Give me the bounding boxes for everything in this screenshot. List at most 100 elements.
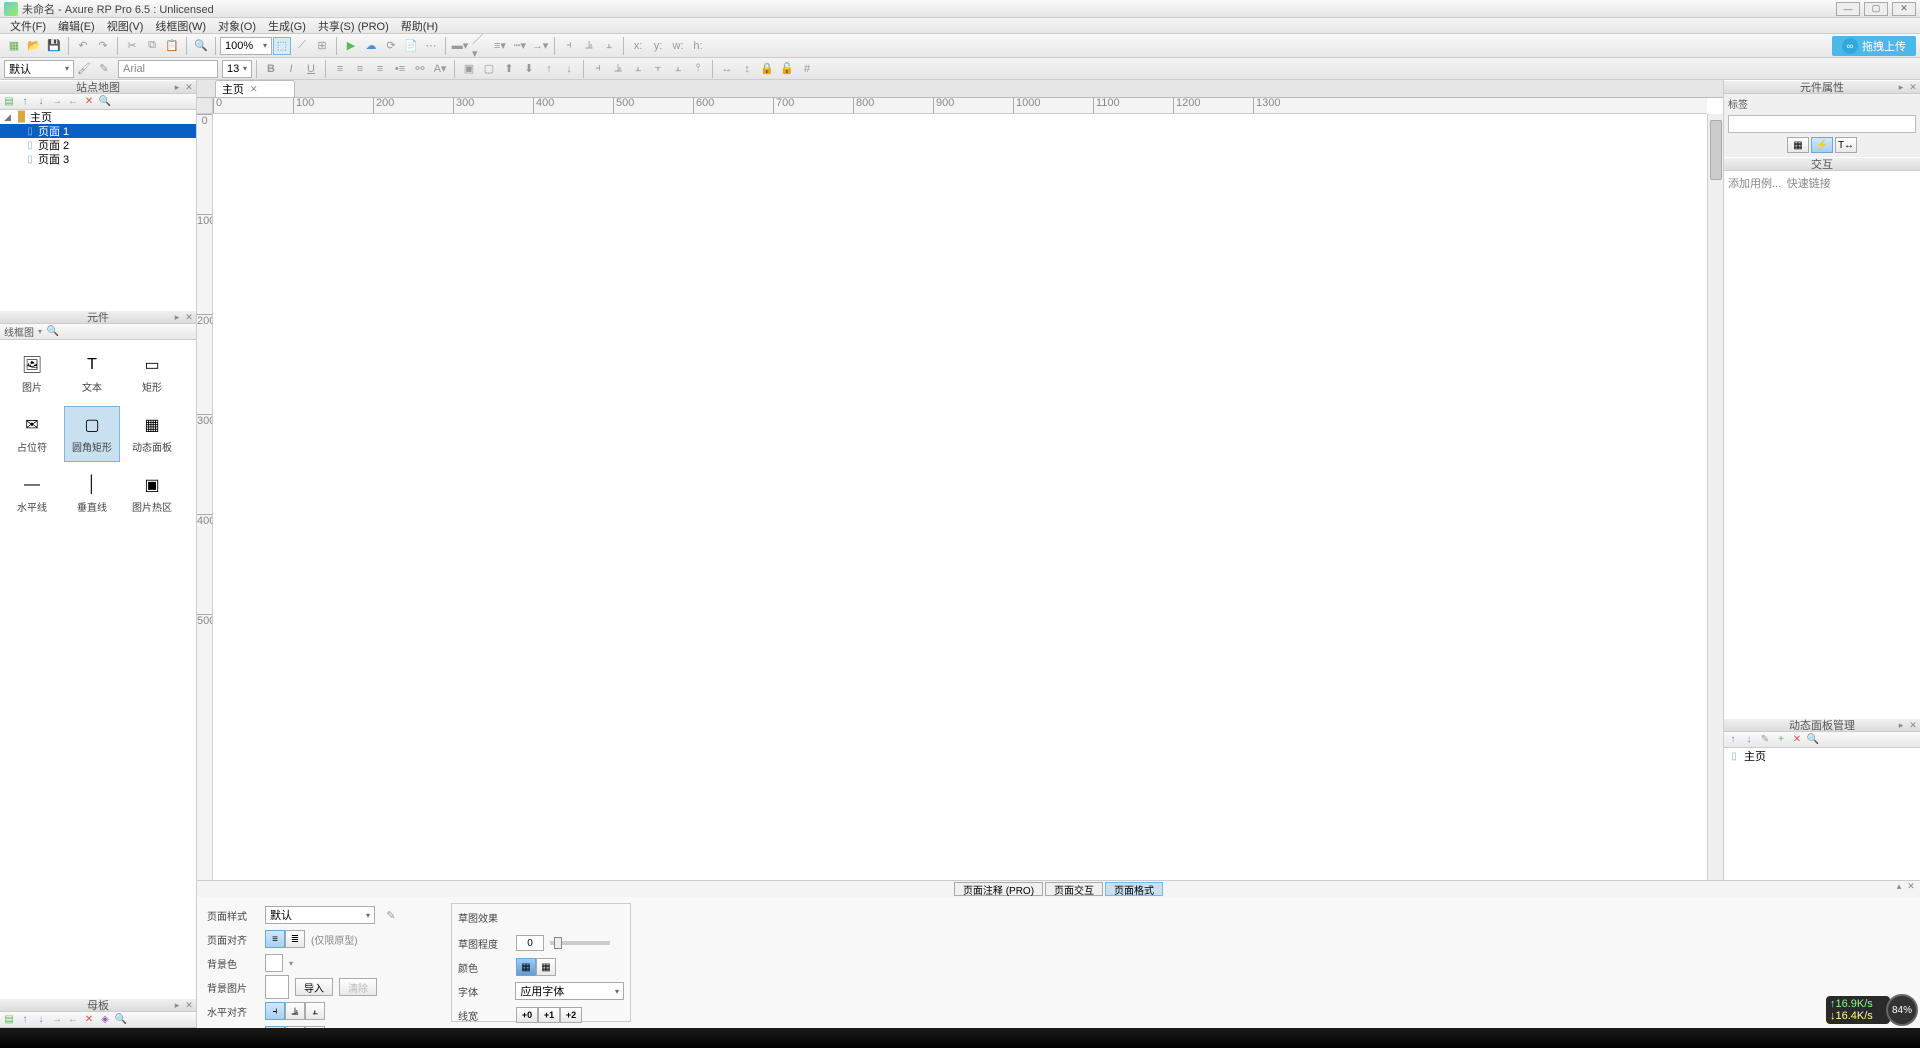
quick-link[interactable]: 快速链接 [1787,178,1831,190]
widgets-library[interactable]: 🖼图片T文本▭矩形✉占位符▢圆角矩形▦动态面板—水平线│垂直线▣图片热区 [0,340,196,998]
panel-menu-icon[interactable]: ▸ [172,82,182,92]
outdent-icon[interactable]: ← [66,1013,80,1027]
widget-占位符[interactable]: ✉占位符 [4,406,60,462]
dist-h-icon[interactable]: ↔ [718,60,736,78]
move-down-icon[interactable]: ↓ [1742,733,1756,747]
align-l-icon[interactable]: ⫞ [589,60,607,78]
move-up-icon[interactable]: ↑ [1726,733,1740,747]
dp-root[interactable]: ▯ 主页 [1724,748,1920,764]
grid-icon[interactable]: ⊞ [313,37,331,55]
backward-icon[interactable]: ↓ [560,60,578,78]
panel-close-icon[interactable]: ✕ [1908,720,1918,730]
align-b-icon[interactable]: ⫯ [689,60,707,78]
redo-icon[interactable]: ↷ [94,37,112,55]
menu-share[interactable]: 共享(S) (PRO) [312,18,395,34]
link-icon[interactable]: ⚯ [411,60,429,78]
sketch-font-select[interactable]: 应用字体 [515,982,624,1000]
search-icon[interactable]: 🔍 [98,95,112,109]
align-m-icon[interactable]: ⫠ [669,60,687,78]
x-pos[interactable]: x: [629,37,647,55]
arrow-icon[interactable]: →▾ [531,37,549,55]
annotations-tab[interactable]: ▦ [1787,137,1809,153]
bgcolor-swatch[interactable] [265,954,283,972]
undo-icon[interactable]: ↶ [74,37,92,55]
footnote-icon[interactable]: # [798,60,816,78]
delete-icon[interactable]: ✕ [82,95,96,109]
widget-动态面板[interactable]: ▦动态面板 [124,406,180,462]
vertical-scrollbar[interactable] [1707,114,1723,1012]
copy-icon[interactable]: ⧉ [143,37,161,55]
format-tab[interactable]: T↔ [1835,137,1857,153]
text-align-center-icon[interactable]: ≡ [351,60,369,78]
open-icon[interactable]: 📂 [25,37,43,55]
import-button[interactable]: 导入 [295,978,333,996]
filter-label[interactable]: 线框图 [4,324,34,339]
doc-tab-home[interactable]: 主页 ✕ [215,80,295,97]
bullets-icon[interactable]: •≡ [391,60,409,78]
new-icon[interactable]: ▦ [5,37,23,55]
bgimg-preview[interactable] [265,975,289,999]
tree-root[interactable]: ◢ ▉ 主页 [0,110,196,124]
move-up-icon[interactable]: ↑ [18,1013,32,1027]
widget-圆角矩形[interactable]: ▢圆角矩形 [64,406,120,462]
tab-page-notes[interactable]: 页面注释 (PRO) [954,882,1043,896]
preview-icon[interactable]: ▶ [342,37,360,55]
lw-0[interactable]: +0 [516,1007,538,1023]
widget-矩形[interactable]: ▭矩形 [124,346,180,402]
slider-thumb[interactable] [554,937,562,949]
design-canvas[interactable] [213,114,1707,1012]
minimize-button[interactable]: — [1836,2,1860,16]
edit-styles-icon[interactable]: ✎ [382,906,400,924]
connector-mode-icon[interactable]: ⟋ [293,37,311,55]
group-icon[interactable]: ▣ [460,60,478,78]
panel-close-icon[interactable]: ✕ [184,312,194,322]
indent-icon[interactable]: → [50,95,64,109]
widget-水平线[interactable]: —水平线 [4,466,60,522]
close-button[interactable]: ✕ [1892,2,1916,16]
search-icon[interactable]: 🔍 [1806,733,1820,747]
move-down-icon[interactable]: ↓ [34,1013,48,1027]
tab-page-format[interactable]: 页面格式 [1105,882,1163,896]
clear-button[interactable]: 清除 [339,978,377,996]
sketch-degree-input[interactable] [516,935,544,951]
indent-icon[interactable]: → [50,1013,64,1027]
panel-menu-icon[interactable]: ▸ [172,312,182,322]
panel-menu-icon[interactable]: ▸ [1896,82,1906,92]
color-mode-gray[interactable]: ▦ [536,958,556,976]
regenerate-icon[interactable]: ⟳ [382,37,400,55]
widget-name-input[interactable] [1728,115,1916,133]
add-page-icon[interactable]: ▤ [2,95,16,109]
selection-mode-icon[interactable]: ⬚ [273,37,291,55]
fill-icon[interactable]: ▬▾ [451,37,469,55]
expand-icon[interactable]: ◢ [4,112,14,123]
sitemap-tree[interactable]: ◢ ▉ 主页 ▯ 页面 1 ▯ 页面 2 ▯ 页面 3 [0,110,196,310]
front-icon[interactable]: ⬆ [500,60,518,78]
lineweight-icon[interactable]: ≡▾ [491,37,509,55]
menu-object[interactable]: 对象(O) [212,18,262,34]
add-master-icon[interactable]: ▤ [2,1013,16,1027]
back-icon[interactable]: ⬇ [520,60,538,78]
add-state-icon[interactable]: + [1774,733,1788,747]
edit-icon[interactable]: ✎ [1758,733,1772,747]
dropdown-icon[interactable]: ▾ [289,959,293,968]
interactions-body[interactable]: 添加用例... 快速链接 [1724,171,1920,718]
panel-close-icon[interactable]: ✕ [184,1000,194,1010]
dist-v-icon[interactable]: ↕ [738,60,756,78]
halign-center[interactable]: ⫡ [285,1002,305,1020]
interactions-tab[interactable]: ⚡ [1811,137,1833,153]
upload-button[interactable]: ∞ 拖拽上传 [1832,36,1916,56]
menu-help[interactable]: 帮助(H) [395,18,444,34]
taskbar[interactable] [0,1028,1920,1048]
panel-menu-icon[interactable]: ▸ [1896,720,1906,730]
format-painter-icon[interactable]: 🖌 [75,60,93,78]
tree-page-3[interactable]: ▯ 页面 3 [0,152,196,166]
text-align-left-icon[interactable]: ≡ [331,60,349,78]
delete-icon[interactable]: ✕ [82,1013,96,1027]
align-right-icon[interactable]: ⫠ [600,37,618,55]
page-style-select[interactable]: 默认 [265,906,375,924]
align-r-icon[interactable]: ⫠ [629,60,647,78]
widget-图片[interactable]: 🖼图片 [4,346,60,402]
spec-icon[interactable]: 📄 [402,37,420,55]
align-center-icon[interactable]: ⫡ [580,37,598,55]
usage-icon[interactable]: ◈ [98,1013,112,1027]
